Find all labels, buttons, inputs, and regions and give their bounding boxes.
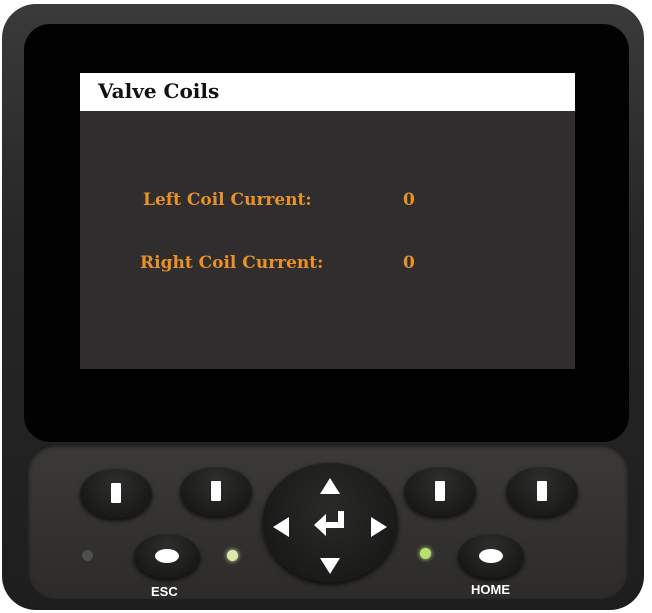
- softkey-1-button[interactable]: [80, 468, 152, 518]
- home-indicator-icon: [479, 549, 503, 563]
- home-button[interactable]: [458, 534, 524, 578]
- softkey-3-button[interactable]: [404, 466, 476, 516]
- right-arrow-button[interactable]: [369, 515, 389, 539]
- down-arrow-button[interactable]: [318, 556, 342, 576]
- softkey-2-button[interactable]: [180, 466, 252, 516]
- enter-icon[interactable]: [312, 508, 348, 540]
- left-arrow-button[interactable]: [271, 515, 291, 539]
- softkey-indicator-icon: [435, 481, 445, 501]
- up-arrow-button[interactable]: [318, 476, 342, 496]
- right-coil-current-value: 0: [403, 253, 415, 273]
- esc-label: ESC: [151, 584, 178, 599]
- esc-indicator-icon: [155, 549, 179, 563]
- softkey-indicator-icon: [211, 481, 221, 501]
- right-coil-current-label: Right Coil Current:: [140, 253, 324, 273]
- home-label: HOME: [471, 582, 510, 597]
- title-bar: Valve Coils: [80, 73, 575, 111]
- softkey-4-button[interactable]: [506, 466, 578, 516]
- status-led-right: [420, 548, 431, 559]
- page-title: Valve Coils: [98, 79, 220, 103]
- status-led-left: [82, 550, 93, 561]
- esc-button[interactable]: [134, 534, 200, 578]
- display-screen: Valve Coils Left Coil Current: 0 Right C…: [80, 73, 575, 369]
- left-coil-current-label: Left Coil Current:: [143, 190, 312, 210]
- softkey-indicator-icon: [537, 481, 547, 501]
- left-coil-current-value: 0: [403, 190, 415, 210]
- status-led-middle: [227, 550, 238, 561]
- softkey-indicator-icon: [111, 483, 121, 503]
